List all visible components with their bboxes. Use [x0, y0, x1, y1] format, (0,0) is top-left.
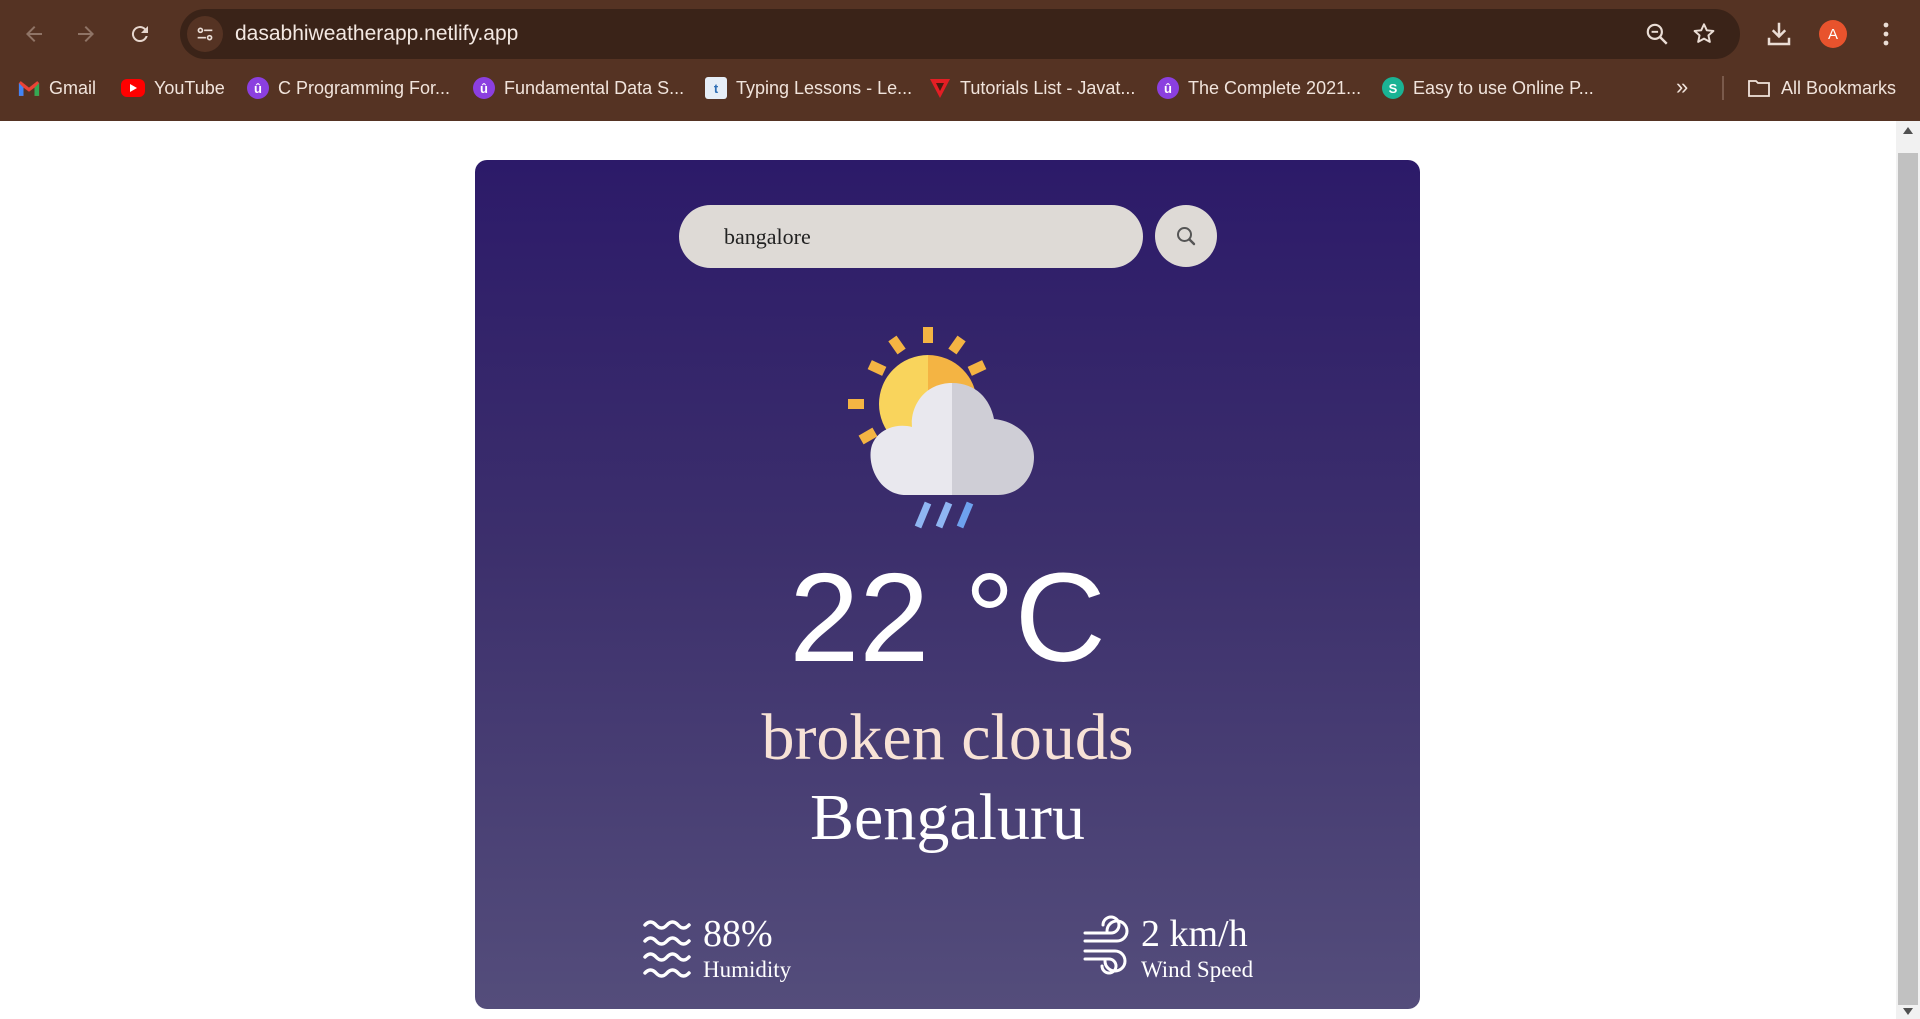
bookmark-label: Typing Lessons - Le...: [736, 77, 913, 98]
search-icon: [1177, 227, 1196, 246]
download-icon[interactable]: [1764, 19, 1794, 49]
all-bookmarks-button[interactable]: All Bookmarks: [1747, 72, 1896, 104]
wind-label: Wind Speed: [1141, 957, 1254, 982]
wind-stat: 2 km/h Wind Speed: [1081, 915, 1253, 982]
tune-icon: [197, 27, 213, 41]
bookmarks-divider: [1722, 76, 1724, 100]
humidity-waves-icon: [643, 920, 691, 978]
city-search-input[interactable]: [679, 205, 1143, 268]
wind-icon: [1083, 915, 1129, 975]
humidity-value: 88%: [703, 913, 773, 955]
all-bookmarks-label: All Bookmarks: [1781, 77, 1897, 98]
humidity-text: 88% Humidity: [703, 915, 791, 982]
bookmark-label: Gmail: [49, 77, 97, 98]
bookmarks-bar: Gmail YouTube û C Programming For... û F…: [0, 72, 1920, 104]
city-name: Bengaluru: [810, 781, 1085, 854]
page-content: 22 °C broken clouds Bengaluru 88% Humidi…: [0, 121, 1896, 1019]
bookmark-label: YouTube: [154, 77, 225, 98]
arrow-right-icon: [78, 26, 94, 42]
address-bar[interactable]: dasabhiweatherapp.netlify.app: [180, 9, 1740, 59]
bookmark-label: The Complete 2021...: [1188, 77, 1362, 98]
wind-text: 2 km/h Wind Speed: [1141, 915, 1253, 982]
bookmark-javatpoint[interactable]: Tutorials List - Javat...: [929, 72, 1135, 104]
scroll-thumb[interactable]: [1898, 153, 1918, 1005]
bookmark-star-icon[interactable]: [1691, 21, 1717, 47]
bookmark-c-programming[interactable]: û C Programming For...: [247, 72, 450, 104]
bookmark-label: Easy to use Online P...: [1413, 77, 1594, 98]
back-button[interactable]: [14, 14, 54, 54]
scroll-up-arrow-icon[interactable]: [1903, 127, 1913, 134]
bookmark-gmail[interactable]: Gmail: [18, 72, 96, 104]
search-button[interactable]: [1155, 205, 1217, 267]
humidity-label: Humidity: [703, 957, 792, 982]
sun-cloud-rain-icon: [848, 327, 1034, 529]
temperature-value: 22 °C: [789, 547, 1106, 688]
arrow-left-icon: [26, 26, 42, 42]
humidity-stat: 88% Humidity: [643, 915, 791, 982]
more-bookmarks-chevron-icon[interactable]: »: [1676, 74, 1688, 100]
zoom-icon[interactable]: [1644, 21, 1670, 47]
profile-avatar[interactable]: A: [1819, 20, 1847, 48]
gmail-icon: [18, 77, 40, 99]
udemy-icon: û: [473, 77, 495, 99]
bookmark-smallpdf[interactable]: S Easy to use Online P...: [1382, 72, 1594, 104]
javatpoint-icon: [929, 77, 951, 99]
bookmark-label: C Programming For...: [278, 77, 451, 98]
weather-card: 22 °C broken clouds Bengaluru 88% Humidi…: [475, 160, 1420, 1009]
site-info-button[interactable]: [187, 16, 223, 52]
smallpdf-icon: S: [1382, 77, 1404, 99]
url-text[interactable]: dasabhiweatherapp.netlify.app: [235, 22, 518, 46]
udemy-icon: û: [1157, 77, 1179, 99]
reload-icon: [131, 26, 148, 43]
youtube-icon: [121, 79, 145, 97]
page-scrollbar[interactable]: [1896, 121, 1920, 1019]
bookmark-label: Tutorials List - Javat...: [960, 77, 1136, 98]
bookmark-typing-lessons[interactable]: t Typing Lessons - Le...: [705, 72, 912, 104]
typing-icon: t: [705, 77, 727, 99]
udemy-icon: û: [247, 77, 269, 99]
bookmark-fundamental-data[interactable]: û Fundamental Data S...: [473, 72, 684, 104]
reload-button[interactable]: [120, 14, 160, 54]
bookmark-label: Fundamental Data S...: [504, 77, 685, 98]
bookmark-complete-2021[interactable]: û The Complete 2021...: [1157, 72, 1361, 104]
scroll-down-arrow-icon[interactable]: [1903, 1008, 1913, 1015]
wind-value: 2 km/h: [1141, 913, 1248, 955]
forward-button[interactable]: [66, 14, 106, 54]
weather-description: broken clouds: [761, 701, 1134, 774]
more-menu-icon[interactable]: [1874, 19, 1898, 49]
bookmark-youtube[interactable]: YouTube: [121, 72, 225, 104]
folder-icon: [1748, 80, 1770, 97]
browser-toolbar: dasabhiweatherapp.netlify.app A Gmail Yo…: [0, 0, 1920, 121]
